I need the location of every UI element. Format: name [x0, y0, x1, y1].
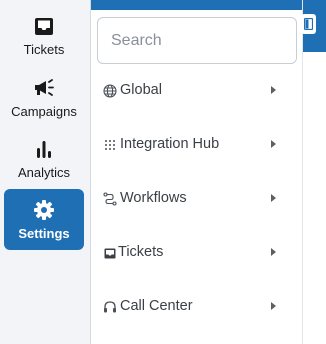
globe-icon: [103, 84, 117, 98]
collapse-panel-button[interactable]: [301, 14, 316, 34]
inbox-icon: [32, 14, 56, 38]
headset-icon: [103, 300, 117, 314]
chevron-right-icon: [271, 86, 276, 94]
nav-item-analytics[interactable]: Analytics: [4, 128, 84, 189]
megaphone-icon: [32, 76, 56, 100]
chevron-right-icon: [271, 140, 276, 148]
nav-item-label: Settings: [18, 226, 70, 241]
workflow-icon: [103, 192, 117, 206]
search-input[interactable]: [98, 18, 296, 63]
submenu-item-workflows[interactable]: Workflows: [91, 179, 303, 219]
submenu-item-call-center[interactable]: Call Center: [91, 287, 303, 327]
nav-item-label: Analytics: [17, 165, 71, 180]
nav-item-campaigns[interactable]: Campaigns: [4, 67, 84, 128]
bar-chart-icon: [32, 137, 56, 161]
gear-icon: [32, 198, 56, 222]
chevron-right-icon: [271, 302, 276, 310]
chevron-right-icon: [271, 248, 276, 256]
submenu-item-label: Global: [120, 82, 162, 98]
submenu-item-integration-hub[interactable]: Integration Hub: [91, 125, 303, 165]
search-box[interactable]: [97, 17, 297, 64]
submenu-item-label: Call Center: [120, 298, 193, 314]
submenu-item-label: Tickets: [118, 244, 164, 260]
submenu-item-label: Integration Hub: [120, 136, 220, 152]
nav-item-label: Tickets: [23, 42, 65, 57]
app-root: Tickets Campaigns Analytics Settings Sea…: [0, 0, 326, 344]
chevron-right-icon: [271, 194, 276, 202]
nav-item-settings[interactable]: Settings: [4, 189, 84, 250]
nav-item-label: Campaigns: [11, 104, 77, 119]
submenu-item-global[interactable]: Global: [91, 71, 303, 111]
submenu-item-label: Workflows: [120, 190, 187, 206]
collapse-icon: [304, 18, 313, 30]
nav-item-tickets[interactable]: Tickets: [4, 5, 84, 66]
grid-dots-icon: [103, 138, 117, 152]
inbox-icon: [103, 246, 117, 260]
panel-top-bar: [91, 0, 302, 10]
settings-submenu: Global Integration Hub: [90, 0, 303, 344]
nav-rail: Tickets Campaigns Analytics Settings: [0, 0, 90, 344]
submenu-item-tickets[interactable]: Tickets: [91, 233, 303, 273]
